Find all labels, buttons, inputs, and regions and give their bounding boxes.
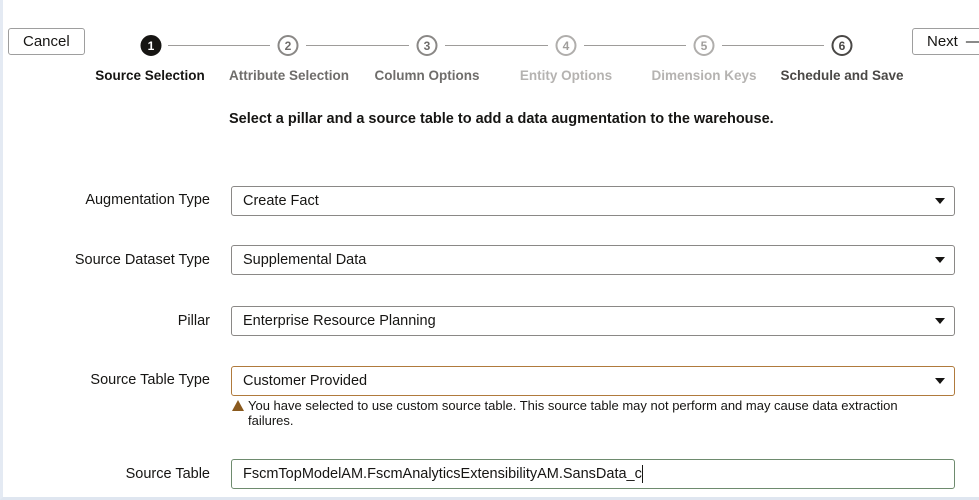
source-table-type-label: Source Table Type [90, 372, 210, 388]
step-2-label[interactable]: Attribute Selection [229, 68, 349, 83]
arrow-right-icon: — [966, 33, 979, 50]
page-heading: Select a pillar and a source table to ad… [229, 111, 774, 127]
source-dataset-type-label: Source Dataset Type [74, 252, 210, 268]
source-table-type-select[interactable]: Customer Provided [231, 366, 955, 396]
step-2-circle[interactable]: 2 [277, 35, 299, 56]
step-connector [445, 45, 548, 46]
step-3-circle[interactable]: 3 [416, 35, 438, 56]
source-dataset-type-select[interactable]: Supplemental Data [231, 245, 955, 275]
warning-icon [232, 400, 244, 411]
step-connector [306, 45, 409, 46]
step-4-circle: 4 [555, 35, 577, 56]
source-table-value: FscmTopModelAM.FscmAnalyticsExtensibilit… [243, 466, 642, 482]
caret-down-icon [935, 378, 945, 384]
caret-down-icon [935, 198, 945, 204]
warning-text: You have selected to use custom source t… [248, 398, 898, 428]
next-button[interactable]: Next — [912, 28, 979, 55]
augmentation-type-value: Create Fact [243, 193, 319, 209]
pillar-value: Enterprise Resource Planning [243, 313, 436, 329]
step-connector [722, 45, 824, 46]
step-6-label[interactable]: Schedule and Save [780, 68, 903, 83]
cancel-label: Cancel [23, 33, 70, 50]
source-dataset-type-value: Supplemental Data [243, 252, 367, 268]
step-connector [584, 45, 686, 46]
step-5-label: Dimension Keys [651, 68, 757, 83]
pillar-label: Pillar [177, 313, 210, 329]
source-table-type-warning: You have selected to use custom source t… [231, 398, 941, 428]
next-label: Next [927, 33, 958, 50]
step-4-label: Entity Options [519, 68, 613, 83]
step-5-circle: 5 [693, 35, 715, 56]
text-cursor [641, 465, 643, 483]
step-6-circle[interactable]: 6 [831, 35, 853, 56]
step-1-circle[interactable]: 1 [140, 35, 162, 56]
pillar-select[interactable]: Enterprise Resource Planning [231, 306, 955, 336]
caret-down-icon [935, 318, 945, 324]
augmentation-type-select[interactable]: Create Fact [231, 186, 955, 216]
augmentation-type-label: Augmentation Type [85, 192, 210, 208]
caret-down-icon [935, 257, 945, 263]
step-1-label[interactable]: Source Selection [95, 68, 205, 83]
step-3-label[interactable]: Column Options [375, 68, 480, 83]
step-connector [168, 45, 270, 46]
source-table-input[interactable]: FscmTopModelAM.FscmAnalyticsExtensibilit… [231, 459, 955, 489]
cancel-button[interactable]: Cancel [8, 28, 85, 55]
source-table-label: Source Table [125, 466, 210, 482]
source-table-type-value: Customer Provided [243, 373, 368, 389]
